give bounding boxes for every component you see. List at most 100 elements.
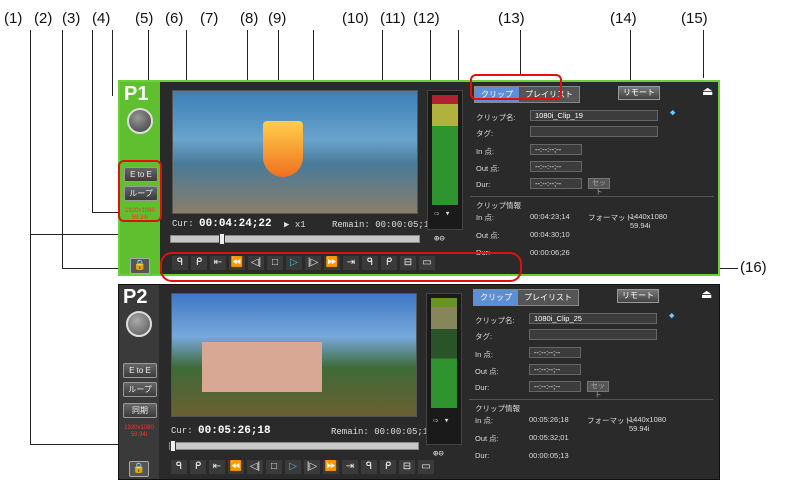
p2-cur-value: 00:05:26;18 [198, 425, 271, 437]
p2-info-format-label: フォーマット: [587, 416, 635, 425]
leader-4 [112, 30, 113, 96]
p1-info-format-value: 1440x1080 59.94i [630, 212, 668, 230]
p1-remain-value: 00:00:05;17 [375, 220, 435, 230]
callout-9: (9) [268, 10, 287, 27]
p1-cur-value: 00:04:24;22 [199, 218, 272, 230]
p1-cur-timecode: Cur: 00:04:24;22 [172, 218, 272, 230]
p2-eject-icon[interactable]: ⏏ [701, 287, 712, 301]
p2-info-out-label: Out 点: [475, 434, 499, 443]
p2-fast-forward-button[interactable]: ⏩ [323, 460, 339, 474]
p1-info-in-value: 00:04:23;14 [530, 212, 570, 221]
p1-eject-icon[interactable]: ⏏ [702, 84, 713, 98]
p2-clip-info-panel: クリップ プレイリスト リモート ⏏ クリップ名: 1080i_Clip_25 … [469, 287, 717, 475]
p2-clip-color-icon[interactable]: ◆ [669, 311, 674, 321]
p2-clip-info-title: クリップ情報 [475, 404, 520, 413]
p2-in-point-button[interactable]: ᑫ [361, 460, 377, 474]
p2-info-format-value: 1440x1080 59.94i [629, 415, 667, 433]
p1-in-label: In 点: [476, 147, 494, 156]
p1-tag-label: タグ: [476, 129, 494, 138]
p1-clip-name-label: クリップ名: [476, 113, 516, 122]
p2-zoom-icon[interactable]: ⊕⊖ [433, 449, 444, 459]
p1-clip-info-title: クリップ情報 [476, 201, 521, 210]
p2-loop-button[interactable]: ループ [123, 382, 157, 397]
p2-cur-label: Cur: [171, 426, 193, 436]
p2-remain-timecode: Remain: 00:00:05;12 [331, 427, 434, 437]
p1-meter-arrow-icon[interactable]: ⇨ ▾ [434, 209, 450, 219]
p1-scrub-thumb[interactable] [219, 233, 226, 245]
callout-6: (6) [165, 10, 184, 27]
p1-clip-name-field[interactable]: 1080i_Clip_19 [530, 110, 658, 121]
p2-meter-arrow-icon[interactable]: ⇨ ▾ [433, 416, 449, 426]
p1-dur-field[interactable]: --:--:--;-- [530, 178, 582, 189]
leader-13 [520, 30, 521, 74]
p1-out-field[interactable]: --:--:--;-- [530, 161, 582, 172]
p1-remain-label: Remain: [332, 220, 370, 230]
p1-info-format-label: フォーマット: [588, 213, 636, 222]
callout-14: (14) [610, 10, 637, 27]
p2-set-button[interactable]: セット [587, 381, 609, 399]
p1-in-field[interactable]: --:--:--;-- [530, 144, 582, 155]
p2-out-field[interactable]: --:--:--;-- [529, 364, 581, 375]
p2-rewind-button[interactable]: ⏪ [228, 460, 244, 474]
p2-info-dur-value: 00:00:05;13 [529, 451, 569, 460]
p2-scrub-thumb[interactable] [170, 440, 176, 452]
p1-meter-bars [432, 95, 458, 205]
p2-clip-name-label: クリップ名: [475, 316, 515, 325]
p2-tab-clip[interactable]: クリップ [474, 290, 518, 305]
p1-info-out-value: 00:04:30;10 [530, 230, 570, 239]
p2-step-back-button[interactable]: ◁| [247, 460, 263, 474]
p1-jog-knob[interactable] [127, 108, 153, 134]
p2-out-point-button[interactable]: ᑭ [380, 460, 396, 474]
p2-video-preview [171, 293, 417, 417]
p2-tag-field[interactable] [529, 329, 657, 340]
p2-goto-start-button[interactable]: ⇤ [209, 460, 225, 474]
p2-remain-label: Remain: [331, 427, 369, 437]
p2-shuttle-icon[interactable]: ⊟ [399, 460, 415, 474]
p1-info-in-label: In 点: [476, 213, 494, 222]
callout-13: (13) [498, 10, 525, 27]
player-p2: P2 E to E ループ 同期 1920x1080 59.94i 🔒 Cur:… [118, 284, 720, 480]
p2-dur-field[interactable]: --:--:--;-- [529, 381, 581, 392]
callout-5: (5) [135, 10, 154, 27]
p2-tag-label: タグ: [475, 332, 493, 341]
callout-7: (7) [200, 10, 219, 27]
p1-out-label: Out 点: [476, 164, 500, 173]
p1-lock-icon[interactable]: 🔒 [130, 258, 150, 274]
p2-in-label: In 点: [475, 350, 493, 359]
p2-play-button[interactable]: ▷ [285, 460, 301, 474]
p2-clip-name-field[interactable]: 1080i_Clip_25 [529, 313, 657, 324]
p1-tag-field[interactable] [530, 126, 658, 137]
p2-scrub-bar[interactable] [169, 440, 419, 452]
p2-jog-knob[interactable] [126, 311, 152, 337]
p2-mark-out-button[interactable]: ᑭ [190, 460, 206, 474]
p2-mark-in-button[interactable]: ᑫ [171, 460, 187, 474]
p1-dur-label: Dur: [476, 180, 491, 189]
p2-step-forward-button[interactable]: |▷ [304, 460, 320, 474]
p2-goto-end-button[interactable]: ⇥ [342, 460, 358, 474]
p1-remain-timecode: Remain: 00:00:05;17 [332, 220, 435, 230]
p2-transport-controls: ᑫ ᑭ ⇤ ⏪ ◁| □ ▷ |▷ ⏩ ⇥ ᑫ ᑭ ⊟ ▭ [171, 460, 434, 474]
p1-clip-color-icon[interactable]: ◆ [670, 108, 675, 118]
leader-3 [92, 30, 93, 212]
p2-tab-playlist[interactable]: プレイリスト [518, 290, 578, 305]
p2-remote-button[interactable]: リモート [617, 289, 659, 303]
p2-in-field[interactable]: --:--:--;-- [529, 347, 581, 358]
p2-e-to-e-button[interactable]: E to E [123, 363, 157, 378]
callout-12: (12) [413, 10, 440, 27]
p1-label: P1 [124, 83, 149, 105]
p1-zoom-icon[interactable]: ⊕⊖ [434, 234, 445, 244]
player-p1: P1 E to E ループ 1920x1080 59.94i 🔒 Cur: 00… [118, 80, 720, 276]
p2-tab-bar: クリップ プレイリスト [473, 289, 579, 306]
p2-stop-button[interactable]: □ [266, 460, 282, 474]
p2-lock-icon[interactable]: 🔒 [129, 461, 149, 477]
p2-cur-timecode: Cur: 00:05:26;18 [171, 425, 271, 437]
callout-16: (16) [740, 259, 767, 276]
p1-scrub-bar[interactable] [170, 233, 420, 245]
p1-clip-info-panel: クリップ プレイリスト リモート ⏏ クリップ名: 1080i_Clip_19 … [470, 84, 718, 272]
callout-10: (10) [342, 10, 369, 27]
p1-video-preview [172, 90, 418, 214]
p1-set-button[interactable]: セット [588, 178, 610, 196]
p1-remote-button[interactable]: リモート [618, 86, 660, 100]
p2-slider-icon[interactable]: ▭ [418, 460, 434, 474]
p2-sync-button[interactable]: 同期 [123, 403, 157, 418]
